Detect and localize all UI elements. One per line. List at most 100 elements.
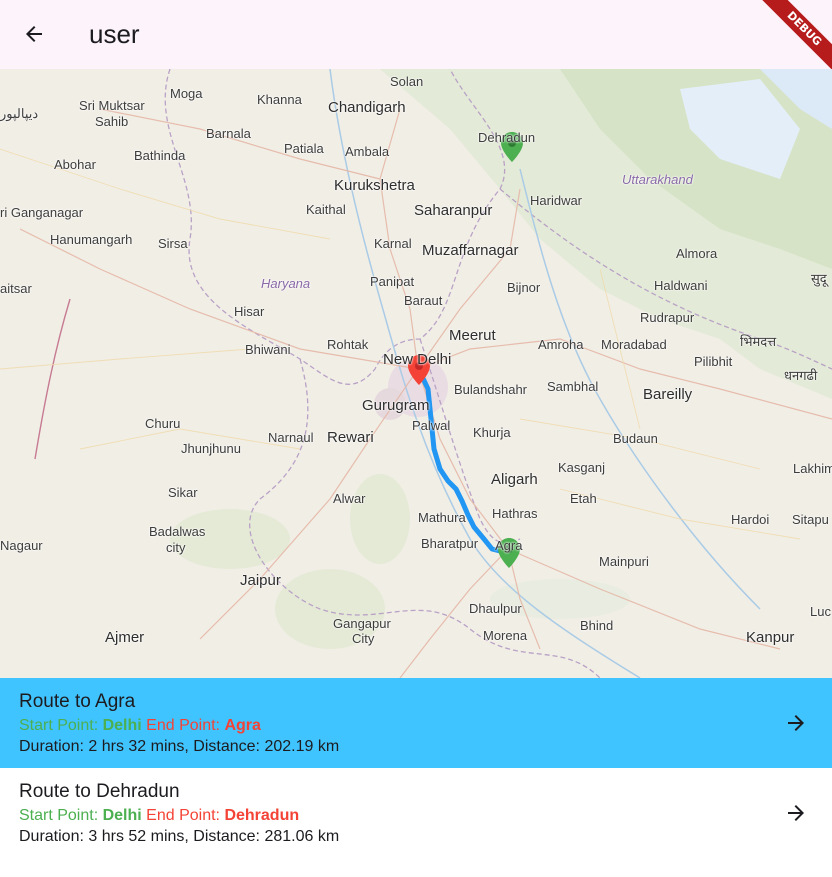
route-title: Route to Dehradun xyxy=(19,781,180,802)
map-label: ri Ganganagar xyxy=(0,205,84,220)
arrow-back-icon xyxy=(26,26,42,42)
map-label: Haryana xyxy=(261,276,311,291)
map-label: Hardoi xyxy=(731,512,770,527)
route-duration-distance: Duration: 3 hrs 52 mins, Distance: 281.0… xyxy=(19,828,340,845)
map-label: Kanpur xyxy=(746,629,795,646)
map-label: Kasganj xyxy=(558,460,605,475)
back-button[interactable] xyxy=(14,14,54,54)
map-label: Hanumangarh xyxy=(50,232,133,247)
map-label: Meerut xyxy=(449,327,496,344)
map-label: Rewari xyxy=(327,429,374,446)
map-label: Bijnor xyxy=(507,280,541,295)
route-points: Start Point: Delhi End Point: Dehradun xyxy=(19,805,813,827)
map-label: Ajmer xyxy=(105,629,145,646)
map-label: धनगढी xyxy=(784,368,818,383)
map-label: Sikar xyxy=(168,485,198,500)
map-label: Sri Muktsar xyxy=(79,98,145,113)
map-label: Hisar xyxy=(234,304,265,319)
map-label: Ambala xyxy=(345,144,390,159)
map-label: Narnaul xyxy=(268,430,314,445)
map-label: Amroha xyxy=(538,337,584,352)
map-label: Pilibhit xyxy=(694,354,733,369)
map-label: Bathinda xyxy=(134,148,186,163)
map-label: Hathras xyxy=(492,506,538,521)
map-label: सुदू xyxy=(811,271,827,286)
map-label: city xyxy=(166,540,186,555)
map-label: Almora xyxy=(676,246,718,261)
map-label: Luc xyxy=(810,604,831,619)
map-label: भिमदत्त xyxy=(740,334,777,349)
map-label: Nagaur xyxy=(0,538,43,553)
map-label: aitsar xyxy=(0,281,32,296)
map-label: Palwal xyxy=(412,418,451,433)
map-label: Mainpuri xyxy=(599,554,649,569)
map-label: Moga xyxy=(170,86,203,101)
map-label: Moradabad xyxy=(601,337,667,352)
map-label: Morena xyxy=(483,628,528,643)
map-label: Sirsa xyxy=(158,236,188,251)
map-label: Sambhal xyxy=(547,379,599,394)
map-label: Bharatpur xyxy=(421,536,479,551)
map-label: Badalwas xyxy=(149,524,206,539)
map-label: City xyxy=(352,631,375,646)
map-label: Rohtak xyxy=(327,337,369,352)
map-label: Jaipur xyxy=(240,572,281,589)
map-label: Haridwar xyxy=(530,193,583,208)
end-point-label: End Point: xyxy=(141,807,225,824)
map-label: Abohar xyxy=(54,157,96,172)
map-label: Bareilly xyxy=(643,386,693,403)
start-point-label: Start Point: xyxy=(19,717,103,734)
map-label: Khurja xyxy=(473,425,511,440)
map-label: Lakhim xyxy=(793,461,832,476)
route-duration-distance: Duration: 2 hrs 32 mins, Distance: 202.1… xyxy=(19,738,340,755)
route-list: Route to Agra Start Point: Delhi End Poi… xyxy=(0,678,832,858)
map-label: Muzaffarnagar xyxy=(422,242,519,259)
map-label: دیپالپور xyxy=(0,106,39,121)
map-label: Sahib xyxy=(95,114,129,129)
map-label: Agra xyxy=(495,538,523,553)
map-label: Bulandshahr xyxy=(454,382,527,397)
map-label: Alwar xyxy=(333,491,366,506)
map-label: Rudrapur xyxy=(640,310,695,325)
arrow-forward-icon[interactable] xyxy=(784,801,808,825)
map-label: Patiala xyxy=(284,141,324,156)
arrow-forward-icon[interactable] xyxy=(784,711,808,735)
map-label: Khanna xyxy=(257,92,302,107)
map-label: Budaun xyxy=(613,431,658,446)
map-label: Bhiwani xyxy=(245,342,291,357)
page-title: user xyxy=(89,19,140,49)
map-label: Haldwani xyxy=(654,278,708,293)
map-label: Karnal xyxy=(374,236,412,251)
end-point-value: Dehradun xyxy=(224,807,300,824)
map-label: Panipat xyxy=(370,274,415,289)
map-label: Kaithal xyxy=(306,202,346,217)
start-point-label: Start Point: xyxy=(19,807,103,824)
route-item-agra[interactable]: Route to Agra Start Point: Delhi End Poi… xyxy=(0,678,832,768)
map-label: Saharanpur xyxy=(414,202,493,219)
map-label: Kurukshetra xyxy=(334,177,415,194)
map-label: New Delhi xyxy=(383,351,452,368)
map-label: Baraut xyxy=(404,293,443,308)
map-label: Uttarakhand xyxy=(622,172,693,187)
route-item-dehradun[interactable]: Route to Dehradun Start Point: Delhi End… xyxy=(0,768,832,858)
map-label: Jhunjhunu xyxy=(181,441,241,456)
map-label: Gangapur xyxy=(333,616,391,631)
map-label: Gurugram xyxy=(362,397,430,414)
start-point-value: Delhi xyxy=(102,717,142,734)
map-label: Churu xyxy=(145,416,181,431)
debug-banner-label: DEBUG xyxy=(755,0,832,78)
map-label: Solan xyxy=(390,74,424,89)
map-label: Chandigarh xyxy=(328,99,406,116)
map-label: Mathura xyxy=(418,510,466,525)
map-label: Sitapu xyxy=(792,512,829,527)
end-point-value: Agra xyxy=(224,717,261,734)
map-view[interactable]: Solan Moga Khanna Chandigarh Dehradun دی… xyxy=(0,69,832,678)
route-points: Start Point: Delhi End Point: Agra xyxy=(19,715,813,737)
map-label: Bhind xyxy=(580,618,614,633)
map-label: Etah xyxy=(570,491,597,506)
map-label: Aligarh xyxy=(491,471,538,488)
start-point-value: Delhi xyxy=(102,807,142,824)
route-title: Route to Agra xyxy=(19,691,136,712)
map-label: Barnala xyxy=(206,126,251,141)
map-label: Dehradun xyxy=(478,130,536,145)
